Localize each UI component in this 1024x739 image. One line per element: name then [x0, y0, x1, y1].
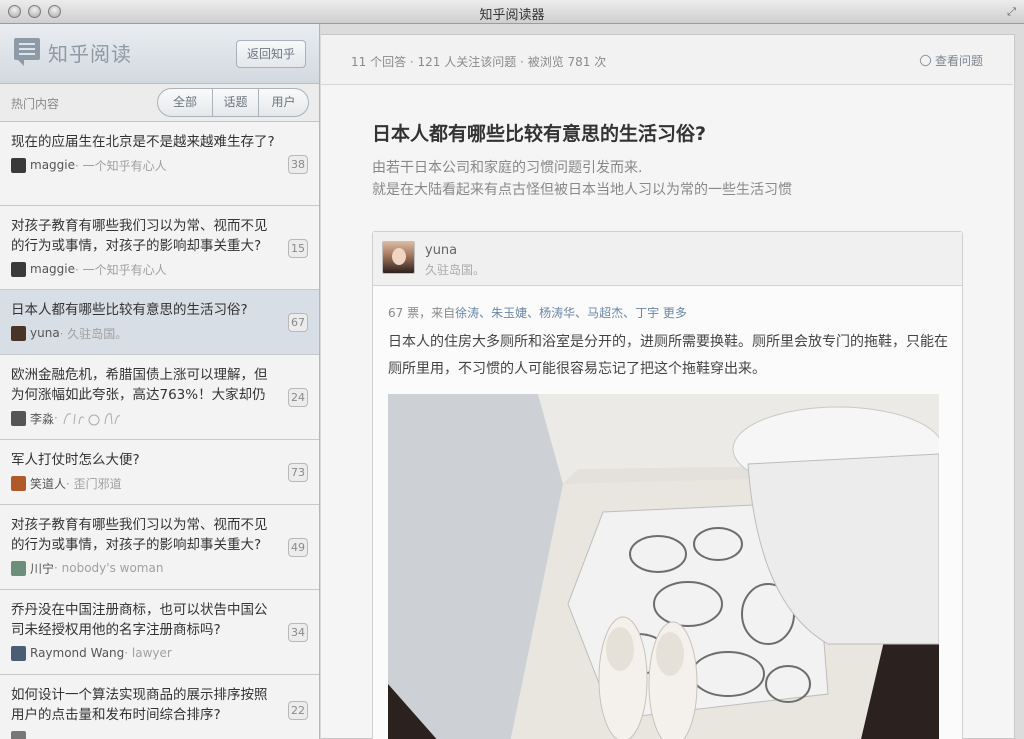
list-item-title: 现在的应届生在北京是不是越来越难生存了?	[11, 134, 275, 150]
list-item-author: 川宁	[30, 561, 55, 576]
answer-count-badge: 49	[288, 538, 308, 557]
app-brand-name: 知乎阅读	[48, 42, 132, 66]
window-titlebar: 知乎阅读器 ⤢	[0, 0, 1024, 24]
avatar	[11, 730, 26, 739]
back-to-zhihu-button[interactable]: 返回知乎	[236, 40, 306, 68]
list-item-author: maggie	[30, 158, 75, 172]
answer-count-badge: 22	[288, 701, 308, 720]
view-question-label: 查看问题	[934, 54, 983, 68]
answer-votes: 67 票，来自徐涛、朱玉婕、杨涛华、马超杰、丁宇 更多	[388, 304, 687, 321]
list-item-title: 日本人都有哪些比较有意思的生活习俗?	[11, 302, 248, 318]
view-question-link[interactable]: 查看问题	[917, 52, 983, 69]
filter-bar: 热门内容 全部 话题 用户	[0, 84, 319, 122]
signature-icon	[63, 413, 121, 426]
list-item-author: yuna	[30, 326, 60, 340]
answer-count-badge: 15	[288, 239, 308, 258]
list-item-author-bio: ·	[54, 411, 58, 425]
list-item-author: 笑道人	[30, 476, 67, 491]
votes-count: 67 票，来自	[388, 306, 456, 320]
answer-count-badge: 67	[288, 313, 308, 332]
zhihu-logo-icon	[14, 38, 40, 66]
avatar	[11, 645, 26, 661]
list-item-author: 李淼	[30, 411, 55, 426]
answer-count-badge: 73	[288, 463, 308, 482]
list-item-author-bio: · 歪门邪道	[66, 476, 122, 491]
list-item-author-bio: · 一个知乎有心人	[75, 158, 167, 173]
question-description-line: 就是在大陆看起来有点古怪但被日本当地人习以为常的一些生活习惯	[372, 182, 792, 198]
question-page: 11 个回答 · 121 人关注该问题 · 被浏览 781 次 查看问题 日本人…	[321, 34, 1015, 739]
list-item[interactable]: 日本人都有哪些比较有意思的生活习俗? yuna · 久驻岛国。 67	[0, 290, 319, 355]
toilet-slippers-photo	[388, 394, 939, 739]
answer-author-avatar[interactable]	[382, 241, 415, 274]
list-item[interactable]: 如何设计一个算法实现商品的展示排序按照用户的点击量和发布时间综合排序? 22	[0, 675, 319, 739]
answer-photo	[388, 394, 939, 739]
voter-names[interactable]: 徐涛、朱玉婕、杨涛华、马超杰、丁宇 更多	[455, 306, 687, 320]
avatar	[11, 410, 26, 426]
question-stats: 11 个回答 · 121 人关注该问题 · 被浏览 781 次	[351, 55, 607, 69]
avatar	[11, 261, 26, 277]
list-item-meta: yuna · 久驻岛国。	[11, 324, 279, 342]
list-item-meta: maggie · 一个知乎有心人	[11, 156, 279, 174]
answer-body: 日本人的住房大多厕所和浴室是分开的，进厕所需要换鞋。厕所里会放专门的拖鞋，只能在…	[388, 334, 948, 377]
list-item[interactable]: 对孩子教育有哪些我们习以为常、视而不见的行为或事情，对孩子的影响却事关重大? ma…	[0, 206, 319, 290]
answer-count-badge: 34	[288, 623, 308, 642]
list-item[interactable]: 军人打仗时怎么大便? 笑道人 · 歪门邪道 73	[0, 440, 319, 505]
question-stats-bar: 11 个回答 · 121 人关注该问题 · 被浏览 781 次 查看问题	[321, 35, 1013, 85]
sidebar-header: 知乎阅读 返回知乎	[0, 24, 319, 84]
list-item[interactable]: 对孩子教育有哪些我们习以为常、视而不见的行为或事情，对孩子的影响却事关重大? 川宁…	[0, 505, 319, 590]
list-item-author: Raymond Wang	[30, 646, 125, 660]
fullscreen-icon[interactable]: ⤢	[1005, 5, 1018, 18]
list-item-meta: Raymond Wang · lawyer	[11, 644, 279, 662]
question-description: 由若干日本公司和家庭的习惯问题引发而来. 就是在大陆看起来有点古怪但被日本当地人…	[372, 157, 792, 201]
answer-author-tagline: 久驻岛国。	[425, 263, 486, 277]
list-item-meta: 笑道人 · 歪门邪道	[11, 474, 279, 492]
question-title: 日本人都有哪些比较有意思的生活习俗?	[372, 123, 707, 145]
window-title: 知乎阅读器	[479, 8, 545, 23]
answer-count-badge: 38	[288, 155, 308, 174]
list-item-title: 乔丹没在中国注册商标，也可以状告中国公司未经授权用他的名字注册商标吗?	[11, 602, 268, 638]
content-filter-tabs: 全部 话题 用户	[157, 88, 309, 117]
tab-all[interactable]: 全部	[158, 89, 212, 116]
tab-users[interactable]: 用户	[258, 89, 308, 116]
question-description-line: 由若干日本公司和家庭的习惯问题引发而来.	[372, 160, 643, 176]
answer-header: yuna 久驻岛国。	[373, 232, 962, 286]
list-item-meta	[11, 729, 279, 739]
paperclip-icon	[917, 52, 934, 69]
sidebar: 知乎阅读 返回知乎 热门内容 全部 话题 用户 现在的应届生在北京是不是越来越难…	[0, 24, 320, 739]
avatar	[11, 325, 26, 341]
list-item-meta: 川宁 · nobody's woman	[11, 559, 279, 577]
answer-author-name[interactable]: yuna	[425, 243, 457, 258]
filter-label: 热门内容	[11, 97, 60, 111]
list-item-meta: maggie · 一个知乎有心人	[11, 260, 279, 278]
avatar	[11, 560, 26, 576]
list-item-author-bio: · 久驻岛国。	[59, 326, 128, 341]
list-item-title: 如何设计一个算法实现商品的展示排序按照用户的点击量和发布时间综合排序?	[11, 687, 268, 723]
list-item[interactable]: 欧洲金融危机，希腊国债上涨可以理解，但为何涨幅如此夸张，高达763%！大家却仍李…	[0, 355, 319, 440]
avatar	[11, 475, 26, 491]
list-item[interactable]: 乔丹没在中国注册商标，也可以状告中国公司未经授权用他的名字注册商标吗? Raymo…	[0, 590, 319, 675]
list-item-title: 军人打仗时怎么大便?	[11, 452, 140, 468]
list-item-author: maggie	[30, 262, 75, 276]
list-item-author-bio: · nobody's woman	[54, 561, 164, 575]
main-content: 11 个回答 · 121 人关注该问题 · 被浏览 781 次 查看问题 日本人…	[321, 24, 1024, 739]
avatar	[11, 157, 26, 173]
question-list: 现在的应届生在北京是不是越来越难生存了? maggie · 一个知乎有心人 38 对孩子…	[0, 122, 319, 739]
list-item-title: 对孩子教育有哪些我们习以为常、视而不见的行为或事情，对孩子的影响却事关重大?	[11, 218, 268, 254]
answer-count-badge: 24	[288, 388, 308, 407]
answer-card: yuna 久驻岛国。 67 票，来自徐涛、朱玉婕、杨涛华、马超杰、丁宇 更多 日…	[372, 231, 963, 739]
list-item-title: 欧洲金融危机，希腊国债上涨可以理解，但为何涨幅如此夸张，高达763%！大家却仍	[11, 367, 268, 403]
list-item-author-bio: · 一个知乎有心人	[75, 262, 167, 277]
list-item-title: 对孩子教育有哪些我们习以为常、视而不见的行为或事情，对孩子的影响却事关重大?	[11, 517, 268, 553]
list-item-author-bio: · lawyer	[124, 646, 172, 660]
tab-topics[interactable]: 话题	[212, 89, 258, 116]
list-item[interactable]: 现在的应届生在北京是不是越来越难生存了? maggie · 一个知乎有心人 38	[0, 122, 319, 206]
list-item-meta: 李淼 ·	[11, 409, 279, 427]
